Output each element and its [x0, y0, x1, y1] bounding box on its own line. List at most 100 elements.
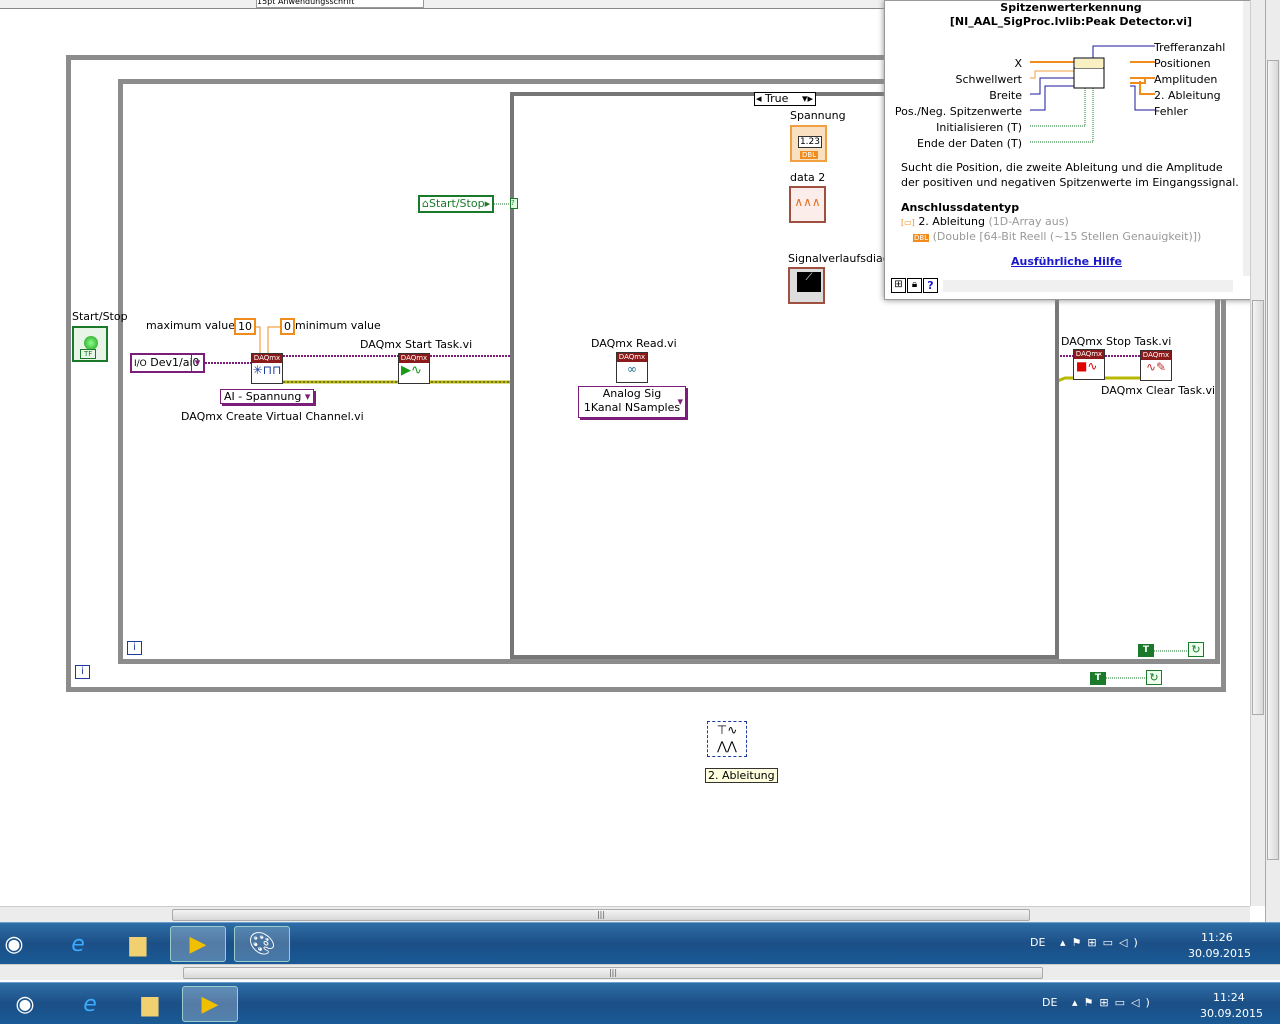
tf-label: TF — [80, 349, 97, 359]
language-indicator[interactable]: DE — [1030, 936, 1045, 949]
loop-condition-outer[interactable]: ↻ — [1146, 670, 1162, 685]
dropdown-icon: ▾ — [304, 390, 311, 403]
daqmx-start-task-vi[interactable]: DAQmx ▶∿ — [398, 353, 430, 384]
help-description: Sucht die Position, die zweite Ableitung… — [901, 161, 1239, 189]
help-button[interactable]: ? — [923, 278, 938, 293]
peak-icon: ⊤∿ ⋀⋀ — [716, 723, 738, 753]
max-value-constant[interactable]: 10 — [234, 318, 256, 335]
outer-horizontal-scroll-thumb[interactable]: ||| — [183, 967, 1043, 979]
refresh-icon: ↻ — [1149, 671, 1159, 684]
tray-icons[interactable]: ▴⚑⊞▭◁) — [1060, 936, 1144, 949]
start-stop-terminal[interactable]: TF — [72, 326, 108, 362]
waveform-chart-indicator[interactable]: ⟋ — [788, 267, 825, 304]
context-help-window: Spitzenwerterkennung [NI_AAL_SigProc.lvl… — [884, 0, 1258, 300]
prev-case-icon[interactable]: ◂ — [756, 93, 762, 105]
horizontal-scroll-thumb[interactable]: ||| — [172, 909, 1030, 921]
start-button[interactable]: ◉ — [0, 926, 36, 962]
true-constant-inner[interactable]: T — [1138, 644, 1154, 657]
stop-task-label: DAQmx Stop Task.vi — [1061, 335, 1172, 348]
waveform-icon: ∧∧∧ — [794, 195, 821, 209]
iteration-terminal-outer: i — [75, 665, 90, 679]
min-value-constant[interactable]: 0 — [280, 318, 295, 335]
data2-indicator[interactable]: ∧∧∧ — [789, 186, 826, 223]
input-terminal-list: X Schwellwert Breite Pos./Neg. Spitzenwerte… — [894, 57, 1022, 150]
help-horizontal-scrollbar[interactable] — [943, 280, 1233, 292]
labview-icon: ▶ — [189, 931, 207, 957]
type-heading: Anschlussdatentyp — [901, 201, 1020, 214]
clock-time[interactable]: 11:24 — [1213, 991, 1245, 1004]
start-button[interactable]: ◉ — [0, 986, 50, 1022]
dropdown-icon: ▾▸ — [801, 92, 813, 105]
spannung-label: Spannung — [790, 109, 846, 122]
create-channel-label: DAQmx Create Virtual Channel.vi — [181, 410, 364, 423]
array-icon: [▭] — [901, 218, 915, 227]
case-selector-terminal: ? — [510, 198, 518, 209]
glasses-icon: ∞ — [627, 362, 637, 376]
chart-label: Signalverlaufsdiag — [788, 252, 890, 265]
case-selector[interactable]: True ▾▸ ◂ — [754, 92, 816, 106]
outer-horizontal-scrollbar[interactable]: ||| — [0, 964, 1280, 980]
daqmx-clear-task-vi[interactable]: DAQmx ∿✎ — [1140, 350, 1172, 381]
ai-voltage-ring[interactable]: AI - Spannung ▾ — [220, 389, 315, 404]
loop-condition-inner[interactable]: ↻ — [1188, 642, 1204, 657]
vertical-scroll-thumb[interactable] — [1252, 300, 1264, 715]
ie-taskbar-button[interactable]: e — [62, 986, 118, 1022]
ie-icon: e — [71, 931, 85, 957]
daqmx-read-vi[interactable]: DAQmx ∞ — [616, 352, 648, 383]
explorer-taskbar-button[interactable]: ▆ — [122, 986, 178, 1022]
lock-button[interactable]: 🔒︎ — [907, 278, 922, 293]
windows-logo-icon: ◉ — [4, 931, 24, 957]
start-stop-local-variable[interactable]: ⌂Start/Stop▸ — [418, 195, 494, 213]
folder-icon: ▆ — [141, 991, 159, 1017]
paint-taskbar-button[interactable]: 🎨︎ — [234, 926, 290, 962]
max-label: maximum value — [146, 319, 235, 332]
labview-icon: ▶ — [201, 991, 219, 1017]
peak-detector-vi[interactable]: ⊤∿ ⋀⋀ — [707, 721, 747, 757]
peak-label: 2. Ableitung — [705, 768, 778, 783]
stop-icon: ■∿ — [1076, 359, 1098, 373]
dbl-icon: DBL — [913, 234, 930, 242]
help-subtitle: [NI_AAL_SigProc.lvlib:Peak Detector.vi] — [949, 15, 1193, 28]
data2-label: data 2 — [790, 171, 826, 184]
labview-taskbar-button[interactable]: ▶ — [182, 986, 238, 1022]
ie-taskbar-button[interactable]: e — [50, 926, 106, 962]
dropdown-icon[interactable]: ▾ — [191, 355, 203, 371]
labview-taskbar-button[interactable]: ▶ — [170, 926, 226, 962]
chart-icon: ⟋ — [797, 272, 821, 292]
daqmx-create-channel-vi[interactable]: DAQmx ✳⊓⊓ — [251, 353, 283, 384]
read-label: DAQmx Read.vi — [591, 337, 677, 350]
start-stop-label: Start/Stop — [72, 310, 128, 323]
vertical-scrollbar[interactable] — [1250, 0, 1265, 906]
spannung-indicator[interactable]: 1.23 DBL — [790, 125, 827, 162]
channel-constant[interactable]: I/O Dev1/ai0 ▾ — [130, 353, 205, 373]
output-terminal-list: Trefferanzahl Positionen Amplituden 2. Able… — [1154, 41, 1226, 118]
type-line-2: DBL (Double [64-Bit Reell (~15 Stellen G… — [913, 230, 1202, 243]
outer-vertical-scrollbar[interactable] — [1265, 0, 1280, 964]
type-line-1: [▭] 2. Ableitung (1D-Array aus) — [901, 215, 1069, 228]
clock-date[interactable]: 30.09.2015 — [1200, 1007, 1263, 1020]
clock-date[interactable]: 30.09.2015 — [1188, 947, 1251, 960]
daqmx-stop-task-vi[interactable]: DAQmx ■∿ — [1073, 349, 1105, 380]
explorer-taskbar-button[interactable]: ▆ — [110, 926, 166, 962]
min-label: minimum value — [295, 319, 381, 332]
channel-icon: ✳⊓⊓ — [252, 363, 282, 377]
horizontal-scrollbar[interactable]: ||| — [0, 906, 1250, 922]
simple-help-button[interactable]: ⊞ — [891, 278, 906, 293]
read-mode-ring[interactable]: Analog Sig 1Kanal NSamples ▾ — [578, 386, 686, 418]
clear-task-label: DAQmx Clear Task.vi — [1101, 384, 1216, 397]
clock-time[interactable]: 11:26 — [1201, 931, 1233, 944]
taskbar-1: ◉ e ▆ ▶ 🎨︎ DE ▴⚑⊞▭◁) 11:26 30.09.2015 — [0, 922, 1280, 964]
true-constant-outer[interactable]: T — [1090, 672, 1106, 685]
taskbar-2: ◉ e ▆ ▶ DE ▴⚑⊞▭◁) 11:24 30.09.2015 — [0, 982, 1280, 1024]
outer-vertical-scroll-thumb[interactable] — [1267, 60, 1279, 860]
paint-icon: 🎨︎ — [248, 931, 276, 957]
tray-icons[interactable]: ▴⚑⊞▭◁) — [1072, 996, 1156, 1009]
iteration-terminal-inner: i — [127, 641, 142, 655]
help-buttons: ⊞ 🔒︎ ? — [891, 278, 938, 293]
language-indicator[interactable]: DE — [1042, 996, 1057, 1009]
detailed-help-link[interactable]: Ausführliche Hilfe — [1011, 255, 1122, 268]
windows-logo-icon: ◉ — [15, 991, 35, 1017]
eraser-icon: ∿✎ — [1145, 360, 1167, 374]
ie-icon: e — [83, 991, 97, 1017]
start-task-label: DAQmx Start Task.vi — [360, 338, 473, 351]
